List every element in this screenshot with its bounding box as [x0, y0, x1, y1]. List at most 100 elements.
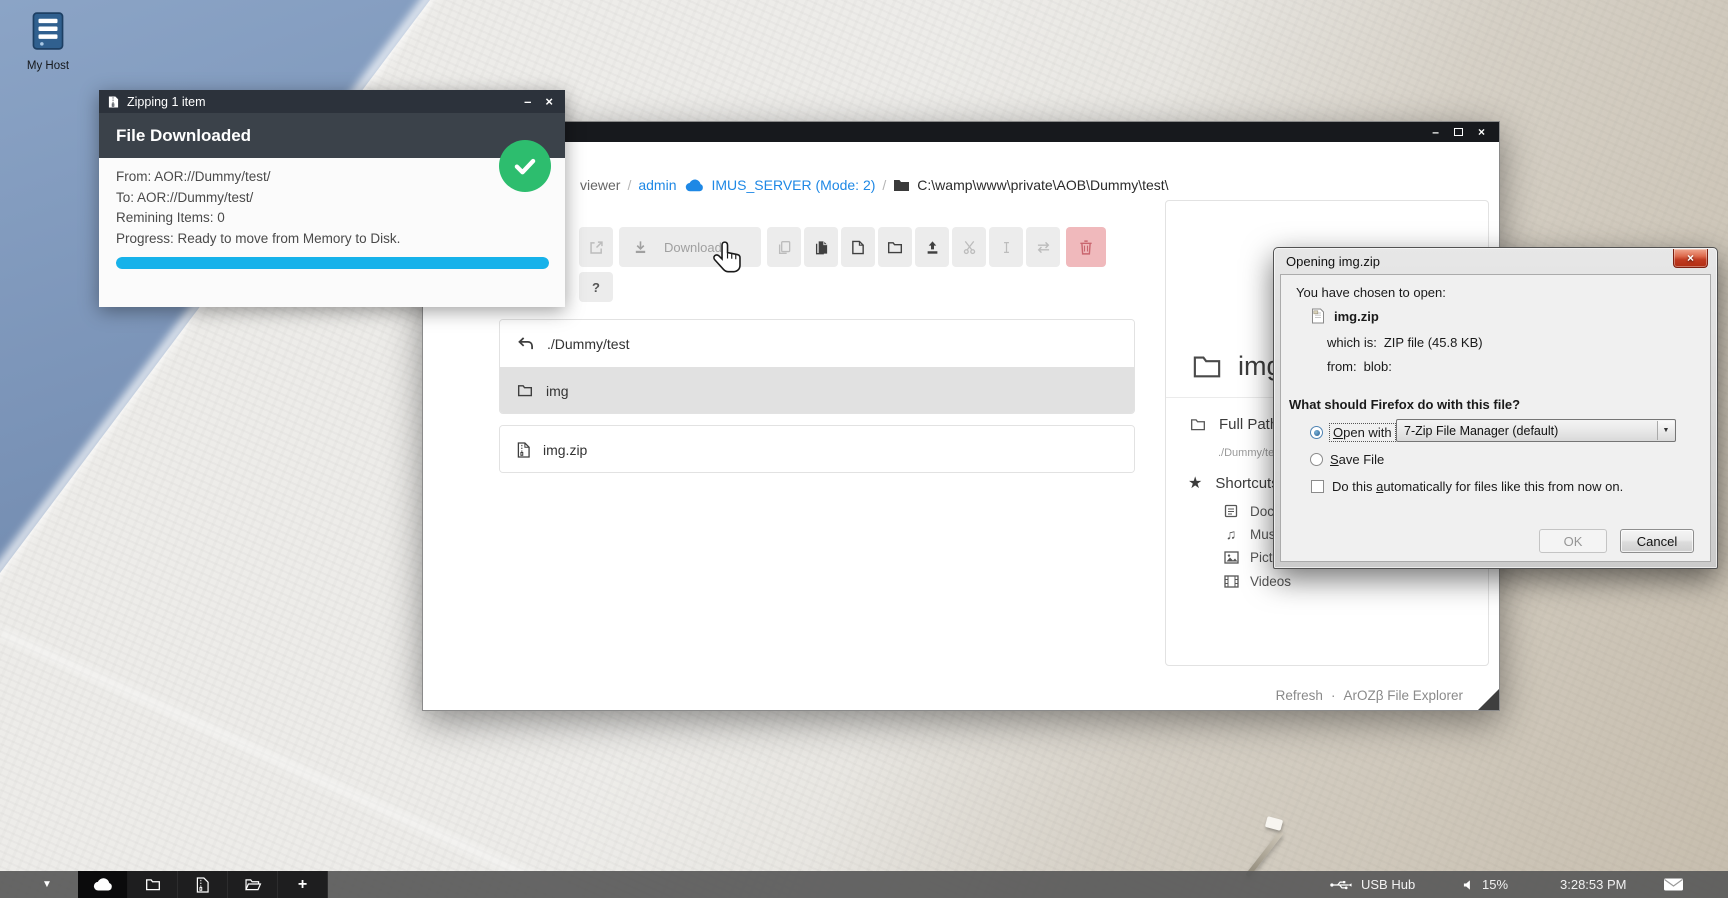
app-name: ArOZβ File Explorer — [1343, 688, 1463, 703]
open-with-radio[interactable] — [1310, 426, 1323, 439]
breadcrumb-server-link[interactable]: IMUS_SERVER (Mode: 2) — [712, 177, 876, 193]
rename-button[interactable] — [989, 227, 1023, 267]
taskbar-zip-button[interactable] — [178, 871, 228, 898]
explorer-close-button[interactable]: × — [1478, 122, 1485, 142]
taskbar-open-folder-button[interactable] — [228, 871, 278, 898]
taskbar-buttons: + — [78, 871, 328, 898]
paste-icon — [814, 240, 829, 255]
upload-icon — [925, 240, 940, 255]
do-automatically-checkbox[interactable] — [1311, 480, 1324, 493]
save-file-label[interactable]: Save File — [1330, 452, 1384, 467]
dropdown-value: 7-Zip File Manager (default) — [1404, 424, 1558, 438]
breadcrumb-user-link[interactable]: admin — [638, 177, 676, 193]
zipping-minimize-button[interactable]: – — [521, 94, 534, 109]
upload-button[interactable] — [915, 227, 949, 267]
music-icon: ♫ — [1222, 526, 1240, 542]
which-is-value: ZIP file (45.8 KB) — [1384, 335, 1483, 350]
do-automatically-option[interactable]: Do this automatically for files like thi… — [1311, 479, 1623, 494]
ok-button[interactable]: OK — [1539, 529, 1607, 553]
selected-file-preview: img — [1192, 351, 1282, 382]
open-with-dropdown[interactable]: 7-Zip File Manager (default) ▼ — [1396, 419, 1676, 442]
desktop-icon-my-host[interactable]: My Host — [10, 12, 86, 72]
copy-button[interactable] — [767, 227, 801, 267]
zipping-close-button[interactable]: × — [542, 94, 556, 109]
open-with-label[interactable]: Open with — [1330, 424, 1395, 441]
cancel-button[interactable]: Cancel — [1620, 529, 1694, 553]
new-file-button[interactable] — [841, 227, 875, 267]
file-row-img-zip[interactable]: img.zip — [500, 426, 1134, 473]
breadcrumb: viewer / admin IMUS_SERVER (Mode: 2) / C… — [580, 174, 1169, 196]
taskbar-clock: 3:28:53 PM — [1560, 871, 1627, 898]
refresh-link[interactable]: Refresh — [1276, 688, 1323, 703]
file-list-card: img.zip — [499, 425, 1135, 473]
file-name: img — [546, 383, 569, 399]
swap-button[interactable] — [1026, 227, 1060, 267]
status-title: File Downloaded — [116, 126, 251, 146]
taskbar-add-button[interactable]: + — [278, 871, 328, 898]
resize-handle[interactable] — [1478, 689, 1499, 710]
do-automatically-label[interactable]: Do this automatically for files like thi… — [1332, 479, 1623, 494]
folder-icon — [893, 178, 910, 192]
picture-icon — [1222, 551, 1240, 564]
download-button[interactable]: Download — [619, 227, 761, 267]
save-file-radio[interactable] — [1310, 453, 1323, 466]
from-row: from: blob: — [1327, 359, 1392, 374]
shortcut-videos[interactable]: Videos — [1222, 571, 1291, 591]
zip-file-icon — [1311, 308, 1325, 324]
download-icon — [633, 240, 648, 255]
maximize-icon — [1454, 128, 1463, 136]
usb-icon — [1330, 879, 1353, 891]
plus-icon: + — [298, 871, 307, 898]
paste-button[interactable] — [804, 227, 838, 267]
usb-tray-item[interactable]: USB Hub — [1330, 871, 1415, 898]
breadcrumb-viewer: viewer — [580, 177, 620, 193]
delete-button[interactable] — [1066, 227, 1106, 267]
volume-tray-item[interactable]: 15% — [1463, 871, 1508, 898]
taskbar-chevron-button[interactable]: ▼ — [42, 871, 52, 898]
shortcuts-row: ★ Shortcuts — [1188, 473, 1279, 493]
open-in-new-button[interactable] — [579, 227, 613, 267]
dialog-intro: You have chosen to open: — [1296, 285, 1446, 300]
new-folder-button[interactable] — [878, 227, 912, 267]
star-icon: ★ — [1188, 473, 1202, 493]
chevron-down-icon: ▼ — [1657, 421, 1674, 440]
cloud-icon — [92, 878, 114, 891]
file-name: ./Dummy/test — [547, 336, 629, 352]
folder-icon — [1190, 418, 1206, 431]
save-file-option[interactable]: Save File — [1310, 452, 1384, 467]
taskbar-cloud-button[interactable] — [78, 871, 128, 898]
progress-track — [116, 257, 549, 269]
trash-icon — [1079, 240, 1093, 255]
file-row-img-folder[interactable]: img — [500, 367, 1134, 414]
open-with-option[interactable]: Open with — [1310, 424, 1395, 441]
explorer-minimize-button[interactable]: – — [1432, 122, 1439, 142]
taskbar-folder-button[interactable] — [128, 871, 178, 898]
speaker-icon — [1463, 879, 1474, 891]
swap-arrows-icon — [1035, 241, 1052, 254]
dialog-close-button[interactable]: × — [1673, 249, 1708, 268]
file-list-card: ./Dummy/test img — [499, 319, 1135, 414]
shortcuts-label: Shortcuts — [1215, 475, 1278, 492]
dialog-content: You have chosen to open: img.zip which i… — [1280, 274, 1711, 562]
zipping-titlebar[interactable]: Zipping 1 item – × — [99, 90, 565, 113]
taskbar: ▼ + USB Hub 15% 3:28:53 PM — [0, 871, 1728, 898]
shortcut-label: Videos — [1250, 574, 1291, 589]
explorer-maximize-button[interactable] — [1454, 123, 1463, 141]
external-link-icon — [589, 240, 604, 255]
zipping-body: From: AOR://Dummy/test/ To: AOR://Dummy/… — [99, 158, 565, 307]
file-row-parent-dir[interactable]: ./Dummy/test — [500, 320, 1134, 367]
zip-file-icon — [108, 95, 119, 109]
cut-button[interactable] — [952, 227, 986, 267]
help-button[interactable]: ? — [579, 272, 613, 302]
zipping-window: Zipping 1 item – × File Downloaded From:… — [99, 90, 565, 307]
volume-label: 15% — [1482, 877, 1508, 892]
dialog-file-row: img.zip — [1311, 308, 1379, 324]
mail-tray-icon[interactable] — [1663, 871, 1684, 898]
explorer-titlebar[interactable]: – × — [423, 122, 1499, 142]
open-folder-icon — [244, 878, 262, 891]
dialog-filename: img.zip — [1334, 309, 1379, 324]
full-path-label: Full Path — [1219, 416, 1278, 433]
zipping-status-header: File Downloaded — [99, 113, 565, 158]
folder-icon — [517, 384, 533, 397]
breadcrumb-separator: / — [882, 177, 886, 193]
